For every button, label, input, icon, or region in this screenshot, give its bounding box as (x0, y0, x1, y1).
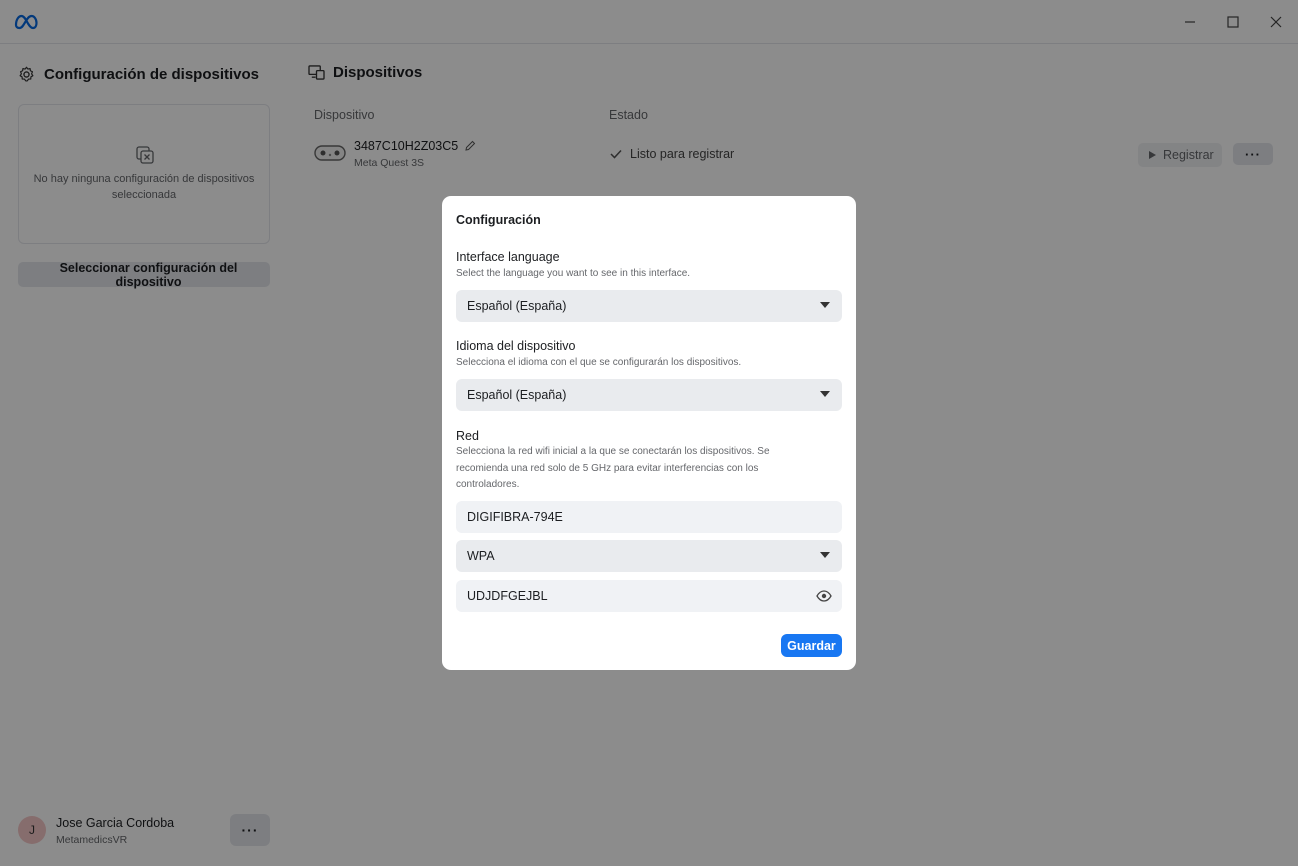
network-password-value: UDJDFGEJBL (467, 589, 548, 603)
network-security-value: WPA (467, 549, 495, 563)
save-button[interactable]: Guardar (781, 634, 842, 657)
device-language-value: Español (España) (467, 388, 567, 402)
interface-language-label: Interface language (456, 250, 560, 264)
device-language-hint: Selecciona el idioma con el que se confi… (456, 357, 742, 368)
chevron-down-icon (820, 552, 830, 558)
chevron-down-icon (820, 302, 830, 308)
interface-language-value: Español (España) (467, 299, 567, 313)
interface-language-select[interactable]: Español (España) (456, 290, 842, 322)
network-label: Red (456, 429, 479, 443)
network-ssid-input[interactable]: DIGIFIBRA-794E (456, 501, 842, 533)
interface-language-hint: Select the language you want to see in t… (456, 268, 691, 279)
chevron-down-icon (820, 391, 830, 397)
network-password-input[interactable]: UDJDFGEJBL (456, 580, 842, 612)
network-security-select[interactable]: WPA (456, 540, 842, 572)
network-ssid-value: DIGIFIBRA-794E (467, 510, 563, 524)
app-window: Configuración de dispositivos No hay nin… (0, 0, 1298, 866)
modal-title: Configuración (456, 213, 541, 227)
settings-modal: Configuración Interface language Select … (442, 196, 856, 670)
eye-icon[interactable] (816, 588, 832, 604)
device-language-select[interactable]: Español (España) (456, 379, 842, 411)
device-language-label: Idioma del dispositivo (456, 339, 576, 353)
network-hint: Selecciona la red wifi inicial a la que … (456, 446, 770, 490)
